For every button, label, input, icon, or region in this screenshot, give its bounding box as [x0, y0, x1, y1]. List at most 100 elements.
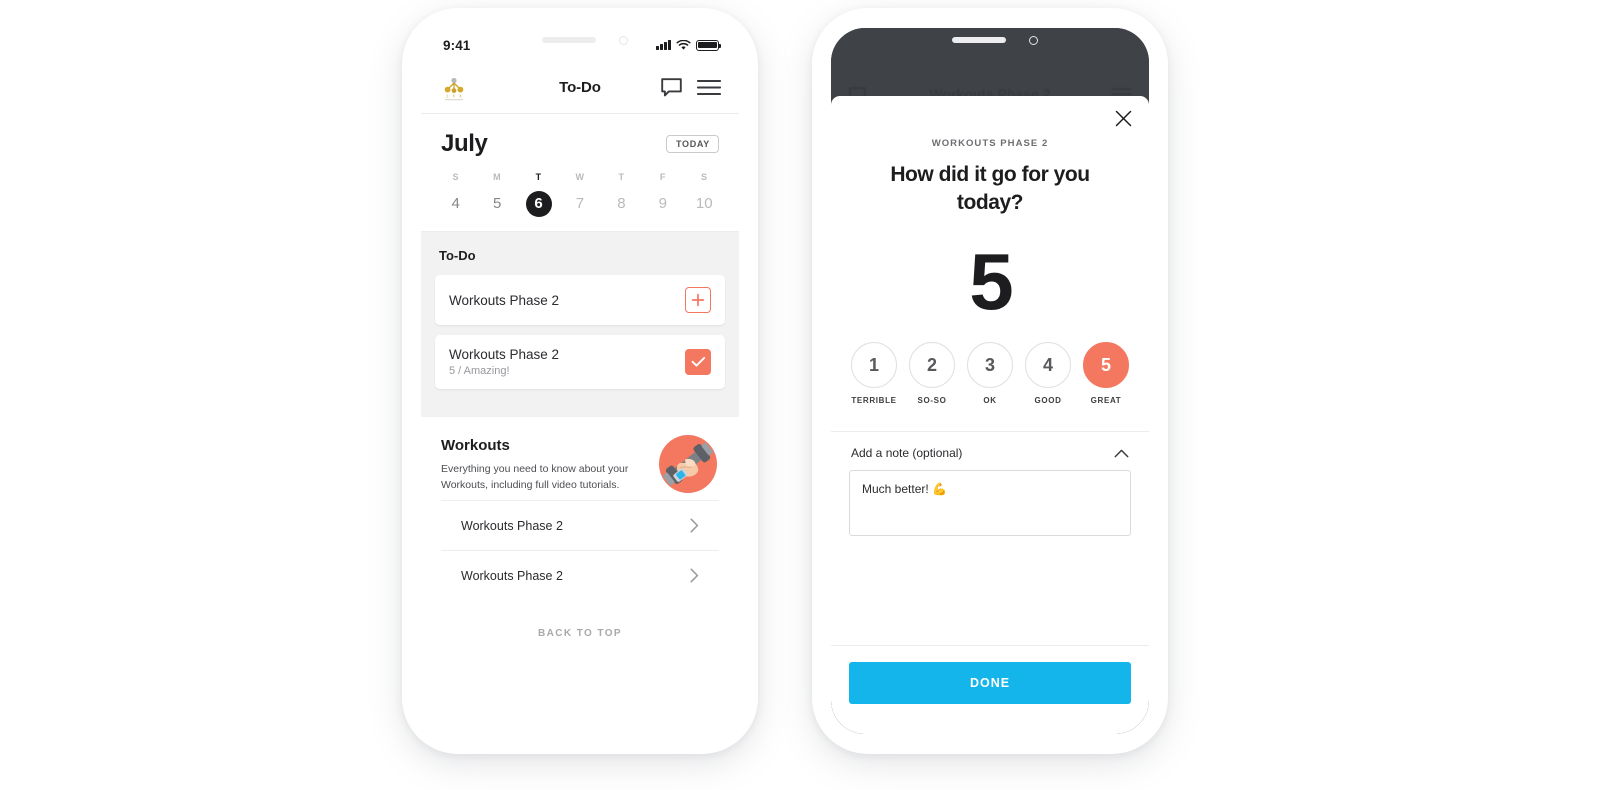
- calendar-day[interactable]: S 10: [684, 172, 725, 217]
- rating-option-3[interactable]: 3 OK: [967, 342, 1013, 405]
- signal-bars-icon: [656, 40, 671, 50]
- workouts-title: Workouts: [441, 437, 510, 454]
- note-input[interactable]: Much better! 💪: [849, 470, 1131, 537]
- rating-label: TERRIBLE: [851, 396, 897, 406]
- calendar-day-strip: S 4 M 5 T 6 W 7 T 8 F 9 S 10: [421, 162, 739, 232]
- note-section: Add a note (optional) Much better! 💪: [831, 431, 1149, 537]
- day-number: 5: [492, 195, 502, 212]
- rating-value: 1: [851, 342, 897, 389]
- todo-item-title: Workouts Phase 2: [449, 292, 560, 308]
- modal-footer: DONE: [831, 645, 1149, 734]
- today-button[interactable]: TODAY: [665, 135, 719, 153]
- workouts-section: Workouts Everything you need to know abo…: [421, 417, 739, 639]
- workouts-link-row[interactable]: Workouts Phase 2: [441, 500, 719, 550]
- front-camera-icon: [619, 36, 628, 45]
- check-icon[interactable]: [685, 349, 711, 375]
- workouts-description: Everything you need to know about your W…: [441, 463, 629, 491]
- back-to-top-button[interactable]: BACK TO TOP: [441, 600, 719, 639]
- rating-option-4[interactable]: 4 GOOD: [1025, 342, 1071, 405]
- rating-value: 5: [1083, 342, 1129, 389]
- todo-item-completed[interactable]: Workouts Phase 2 5 / Amazing!: [435, 335, 725, 389]
- todo-section: To-Do Workouts Phase 2 Workouts Phase 2: [421, 232, 739, 417]
- calendar-day[interactable]: M 5: [476, 172, 517, 217]
- chevron-right-icon: [690, 518, 699, 533]
- rating-option-2[interactable]: 2 SO-SO: [909, 342, 955, 405]
- rating-label: OK: [983, 396, 997, 406]
- speaker-grille: [542, 37, 596, 43]
- app-bar: L V X To-Do: [421, 62, 739, 114]
- todo-item-text: Workouts Phase 2: [449, 293, 685, 308]
- day-of-week: T: [535, 172, 542, 182]
- rating-modal-sheet: WORKOUTS PHASE 2 How did it go for you t…: [831, 96, 1149, 734]
- front-camera-icon: [1029, 36, 1038, 45]
- app-bar-actions: [661, 78, 721, 97]
- calendar-day[interactable]: F 9: [642, 172, 683, 217]
- day-number: 6: [525, 191, 552, 217]
- brand-logo-icon[interactable]: L V X: [439, 73, 469, 103]
- modal-eyebrow: WORKOUTS PHASE 2: [931, 138, 1049, 149]
- phone-left: 9:41 L V X To-Do July TODAY S 4 M 5 T 6 …: [402, 8, 758, 754]
- rating-value: 4: [1025, 342, 1071, 389]
- hamburger-menu-icon[interactable]: [697, 79, 721, 96]
- day-number: 10: [695, 195, 713, 212]
- note-header-label: Add a note (optional): [851, 446, 963, 461]
- chevron-up-icon[interactable]: [1114, 449, 1129, 458]
- notch: [912, 28, 1068, 54]
- close-x-icon[interactable]: [1115, 110, 1132, 132]
- status-time: 9:41: [443, 37, 471, 53]
- rating-label: GOOD: [1034, 396, 1062, 406]
- phone-right: Workouts Phase 2 WORKOUTS PHASE 2 How di…: [812, 8, 1168, 754]
- rating-scale: 1 TERRIBLE 2 SO-SO 3 OK 4 GOOD 5 GREAT: [831, 332, 1149, 405]
- rating-label: SO-SO: [917, 396, 947, 406]
- day-of-week: S: [452, 172, 459, 182]
- calendar-month: July: [441, 130, 488, 157]
- chat-bubble-icon[interactable]: [661, 78, 682, 97]
- note-header[interactable]: Add a note (optional): [849, 432, 1131, 470]
- todo-item[interactable]: Workouts Phase 2: [435, 275, 725, 325]
- rating-option-5-selected[interactable]: 5 GREAT: [1083, 342, 1129, 405]
- svg-text:V: V: [453, 94, 456, 98]
- calendar-day[interactable]: S 4: [435, 172, 476, 217]
- modal-question: How did it go for you today?: [890, 163, 1090, 214]
- day-of-week: W: [575, 172, 585, 182]
- svg-text:X: X: [459, 94, 462, 98]
- chevron-right-icon: [690, 568, 699, 583]
- selected-score-display: 5: [969, 237, 1014, 327]
- rating-option-1[interactable]: 1 TERRIBLE: [851, 342, 897, 405]
- done-button[interactable]: DONE: [849, 662, 1131, 704]
- rating-value: 3: [967, 342, 1013, 389]
- dumbbell-hand-icon: [657, 433, 719, 500]
- workouts-copy: Workouts Everything you need to know abo…: [441, 437, 637, 494]
- phone-left-screen: 9:41 L V X To-Do July TODAY S 4 M 5 T 6 …: [421, 28, 739, 734]
- day-of-week: S: [701, 172, 708, 182]
- workouts-header: Workouts Everything you need to know abo…: [441, 435, 719, 500]
- rating-label: GREAT: [1090, 396, 1122, 406]
- day-of-week: F: [659, 172, 666, 182]
- day-number: 7: [575, 195, 585, 212]
- todo-section-label: To-Do: [439, 248, 476, 263]
- battery-full-icon: [696, 39, 722, 51]
- workouts-link-label: Workouts Phase 2: [461, 518, 563, 533]
- calendar-day[interactable]: T 8: [601, 172, 642, 217]
- calendar-day[interactable]: W 7: [559, 172, 600, 217]
- workouts-link-label: Workouts Phase 2: [461, 568, 563, 583]
- calendar-day-selected[interactable]: T 6: [518, 172, 559, 217]
- screenshot-stage: 9:41 L V X To-Do July TODAY S 4 M 5 T 6 …: [0, 0, 1600, 790]
- todo-item-subtitle: 5 / Amazing!: [449, 365, 510, 377]
- day-number: 9: [658, 195, 667, 212]
- day-number: 4: [451, 195, 460, 212]
- rating-value: 2: [909, 342, 955, 389]
- day-of-week: T: [618, 172, 625, 182]
- workouts-link-row[interactable]: Workouts Phase 2: [441, 550, 719, 600]
- day-of-week: M: [493, 172, 502, 182]
- speaker-grille: [952, 37, 1006, 43]
- svg-text:L: L: [446, 94, 448, 98]
- phone-right-screen: Workouts Phase 2 WORKOUTS PHASE 2 How di…: [831, 28, 1149, 734]
- wifi-icon: [676, 39, 691, 50]
- todo-item-title: Workouts Phase 2: [449, 347, 560, 362]
- plus-icon[interactable]: [685, 287, 711, 313]
- day-number: 8: [617, 195, 626, 212]
- calendar-header: July TODAY: [421, 114, 739, 162]
- notch: [502, 28, 658, 54]
- status-indicators: [656, 39, 722, 51]
